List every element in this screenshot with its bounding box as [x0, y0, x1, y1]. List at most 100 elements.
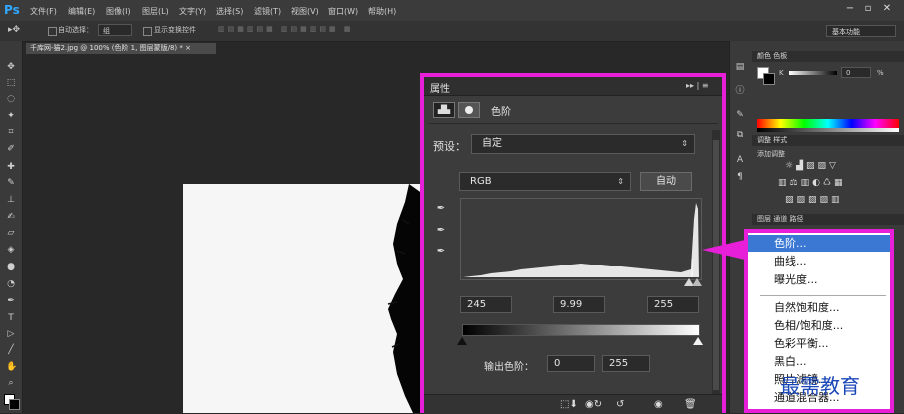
- input-white-field[interactable]: 255: [647, 296, 699, 313]
- show-transform-checkbox[interactable]: [143, 27, 152, 36]
- menu-item-exposure[interactable]: 曝光度...: [748, 271, 890, 288]
- input-gamma-field[interactable]: 9.99: [553, 296, 605, 313]
- reset-icon[interactable]: ↺: [616, 399, 624, 410]
- adjustment-icons-row3[interactable]: ▨▨▨▨▥: [785, 195, 843, 205]
- dodge-icon[interactable]: ◔: [6, 279, 16, 289]
- menu-bar: [0, 0, 904, 21]
- menu-item-color-balance[interactable]: 色彩平衡...: [748, 335, 890, 352]
- clone-source-icon[interactable]: ⧉: [735, 130, 745, 140]
- magic-wand-icon[interactable]: ✦: [6, 111, 16, 121]
- document-tab[interactable]: 千库网-猫2.jpg @ 100% (色阶 1, 图层蒙版/8) * ×: [26, 43, 216, 54]
- menu-file[interactable]: 文件(F): [30, 6, 57, 17]
- healing-icon[interactable]: ✚: [6, 162, 16, 172]
- bg-color-chip[interactable]: [763, 73, 775, 85]
- add-adjustment-label: 添加调整: [757, 150, 785, 158]
- background-color-swatch[interactable]: [9, 399, 20, 410]
- channel-dropdown[interactable]: RGB ⇕: [459, 172, 631, 191]
- adjustments-panel-tabs[interactable]: 调整 样式: [752, 135, 904, 146]
- auto-select-checkbox[interactable]: [48, 27, 57, 36]
- output-white-field[interactable]: 255: [602, 355, 650, 372]
- path-select-icon[interactable]: ▷: [6, 329, 16, 339]
- photoshop-logo: Ps: [4, 3, 20, 17]
- menu-edit[interactable]: 编辑(E): [68, 6, 95, 17]
- preset-value: 自定: [482, 138, 502, 149]
- view-previous-icon[interactable]: ◉↻: [585, 399, 602, 410]
- channel-value: RGB: [470, 176, 492, 187]
- grayscale-ramp[interactable]: [757, 128, 899, 132]
- k-value-field[interactable]: 0: [841, 67, 871, 78]
- bucket-icon[interactable]: ◈: [6, 245, 16, 255]
- menu-type[interactable]: 文字(Y): [179, 6, 206, 17]
- eyedropper-icon[interactable]: ✐: [6, 144, 16, 154]
- gray-point-eyedropper-icon[interactable]: ✒: [435, 225, 447, 237]
- color-spectrum[interactable]: [757, 119, 899, 128]
- menu-image[interactable]: 图像(I): [106, 6, 131, 17]
- line-icon[interactable]: ╱: [6, 345, 16, 355]
- close-icon[interactable]: ✕: [880, 3, 894, 16]
- menu-item-curves[interactable]: 曲线...: [748, 253, 890, 270]
- align-icons[interactable]: ▥▤▦▥▤▦ ▥▤▦▥▤▦ ▦: [218, 25, 353, 33]
- eraser-icon[interactable]: ▱: [6, 228, 16, 238]
- paragraph-panel-icon[interactable]: ¶: [735, 172, 745, 182]
- chevron-updown-icon: ⇕: [681, 139, 688, 148]
- menu-item-hue-saturation[interactable]: 色相/饱和度...: [748, 317, 890, 334]
- input-black-field[interactable]: 245: [460, 296, 512, 313]
- move-tool-icon[interactable]: ▸✥: [8, 25, 20, 35]
- brush-icon[interactable]: ✎: [6, 178, 16, 188]
- workspace-dropdown[interactable]: 基本功能: [826, 25, 896, 37]
- histogram-graph: [463, 203, 699, 277]
- trash-icon[interactable]: 🗑: [684, 399, 697, 410]
- minimize-icon[interactable]: −: [843, 3, 857, 16]
- color-panel-tabs[interactable]: 颜色 色板: [752, 51, 904, 62]
- restore-icon[interactable]: ▫: [861, 3, 875, 16]
- history-brush-icon[interactable]: ✍: [6, 212, 16, 222]
- adjustment-icons-row1[interactable]: ☼▟▨▨▽: [785, 161, 839, 171]
- menu-layer[interactable]: 图层(L): [142, 6, 169, 17]
- preset-label: 预设：: [433, 140, 466, 153]
- k-unit: %: [877, 69, 884, 77]
- panel-menu-icon[interactable]: ▸▸ | ≡: [686, 81, 709, 90]
- character-panel-icon[interactable]: A: [735, 155, 745, 165]
- zoom-icon[interactable]: ⌕: [6, 378, 16, 388]
- auto-select-dropdown[interactable]: 组: [98, 24, 132, 36]
- auto-button[interactable]: 自动: [640, 172, 692, 191]
- crop-icon[interactable]: ⌗: [6, 127, 16, 137]
- menu-view[interactable]: 视图(V): [291, 6, 319, 17]
- menu-item-vibrance[interactable]: 自然饱和度...: [748, 299, 890, 316]
- histogram-panel-icon[interactable]: ▤: [735, 62, 745, 72]
- preset-dropdown[interactable]: 自定 ⇕: [471, 134, 695, 154]
- levels-adjustment-icon: ▟▙: [433, 102, 455, 118]
- k-slider[interactable]: [789, 71, 837, 75]
- output-white-slider[interactable]: [693, 337, 703, 345]
- white-point-eyedropper-icon[interactable]: ✒: [435, 246, 447, 258]
- marquee-icon[interactable]: ⬚: [6, 78, 16, 88]
- hand-icon[interactable]: ✋: [6, 362, 17, 372]
- input-gamma-slider[interactable]: [692, 278, 702, 286]
- layers-panel-tabs[interactable]: 图层 通道 路径: [752, 214, 904, 225]
- output-black-slider[interactable]: [457, 337, 467, 345]
- cat-silhouette: [387, 184, 423, 413]
- visibility-eye-icon[interactable]: ◉: [654, 399, 663, 410]
- blur-icon[interactable]: ●: [6, 262, 16, 272]
- output-black-field[interactable]: 0: [547, 355, 595, 372]
- menu-window[interactable]: 窗口(W): [328, 6, 358, 17]
- menu-item-black-white[interactable]: 黑白...: [748, 353, 890, 370]
- clip-to-layer-icon[interactable]: ⬚⬇: [560, 399, 578, 410]
- move-icon[interactable]: ✥: [6, 62, 16, 72]
- mask-icon[interactable]: [458, 102, 480, 118]
- document-image[interactable]: [183, 184, 423, 413]
- type-icon[interactable]: T: [6, 313, 16, 323]
- properties-header: [424, 77, 722, 96]
- pen-icon[interactable]: ✒: [6, 296, 16, 306]
- adjustment-icons-row2[interactable]: ▥⚖▥◐♺▦: [778, 178, 846, 188]
- lasso-icon[interactable]: ◌: [6, 94, 16, 104]
- menu-select[interactable]: 选择(S): [216, 6, 243, 17]
- menu-help[interactable]: 帮助(H): [368, 6, 396, 17]
- menu-item-levels[interactable]: 色阶...: [748, 235, 890, 252]
- brush-panel-icon[interactable]: ✎: [735, 110, 745, 120]
- menu-filter[interactable]: 滤镜(T): [254, 6, 281, 17]
- divider: [428, 123, 718, 124]
- info-panel-icon[interactable]: ⓘ: [735, 86, 745, 96]
- black-point-eyedropper-icon[interactable]: ✒: [435, 203, 447, 215]
- stamp-icon[interactable]: ⊥: [6, 195, 16, 205]
